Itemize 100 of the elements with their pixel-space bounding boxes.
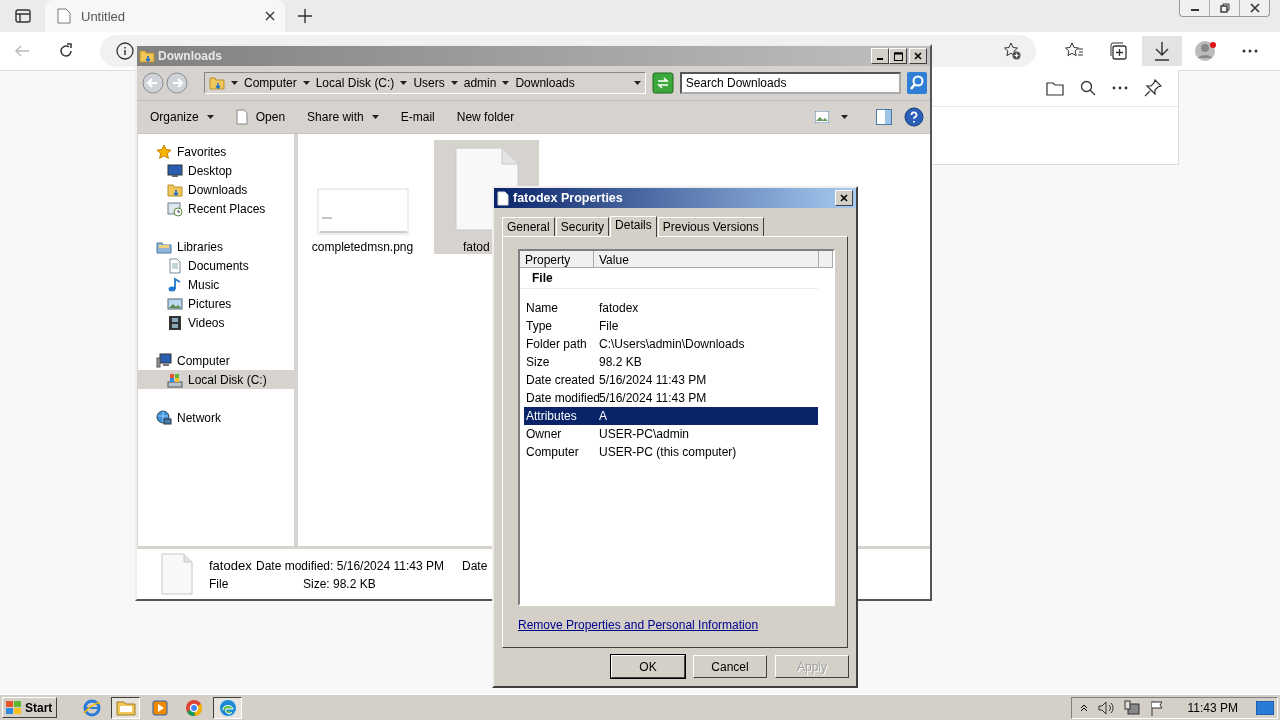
download-button[interactable] bbox=[1142, 36, 1182, 66]
search-icon bbox=[907, 72, 927, 94]
tab[interactable]: Previous Versions bbox=[657, 217, 764, 236]
toolbar-button[interactable]: E-mail bbox=[391, 107, 444, 127]
dialog-button[interactable]: OK bbox=[611, 655, 685, 678]
breadcrumb-item[interactable]: Downloads bbox=[515, 76, 575, 90]
folder-icon bbox=[167, 181, 183, 198]
dialog-button[interactable]: Cancel bbox=[693, 655, 767, 678]
back-icon bbox=[142, 72, 164, 94]
nav-item[interactable]: Music bbox=[138, 275, 294, 294]
file-size: Size: 98.2 KB bbox=[303, 576, 376, 591]
folder-icon bbox=[1046, 80, 1064, 96]
breadcrumb-item[interactable]: Local Disk (C:) bbox=[315, 76, 395, 90]
refresh-icon bbox=[651, 72, 674, 94]
chevron-icon bbox=[502, 81, 510, 85]
network-icon bbox=[1123, 699, 1140, 716]
toolbar-button[interactable]: Open bbox=[226, 106, 295, 128]
monitor-icon bbox=[167, 162, 183, 179]
window-controls[interactable] bbox=[1179, 0, 1270, 17]
windows-flag-icon bbox=[6, 700, 22, 715]
property-row[interactable]: Size 98.2 KB bbox=[524, 353, 818, 371]
chevron-icon bbox=[841, 115, 848, 119]
views-icon bbox=[815, 111, 829, 123]
chevron-icon bbox=[231, 81, 238, 85]
property-row[interactable]: Computer USER-PC (this computer) bbox=[524, 443, 818, 461]
nav-item[interactable]: Favorites bbox=[138, 142, 294, 161]
file-item[interactable]: completedmsn.png bbox=[310, 140, 415, 254]
nav-item[interactable]: Downloads bbox=[138, 180, 294, 199]
nav-item[interactable]: Libraries bbox=[138, 237, 294, 256]
file-type: File bbox=[209, 576, 230, 591]
browser-tab[interactable]: Untitled bbox=[45, 0, 285, 32]
nav-item[interactable]: Local Disk (C:) bbox=[138, 370, 294, 389]
property-row[interactable]: Folder path C:\Users\admin\Downloads bbox=[524, 335, 818, 353]
drive-icon bbox=[167, 371, 183, 388]
property-row[interactable]: Attributes A bbox=[524, 407, 818, 425]
nav-item[interactable]: Computer bbox=[138, 351, 294, 370]
chevron-icon bbox=[450, 81, 458, 85]
tab[interactable]: General bbox=[502, 217, 555, 236]
column-header[interactable]: Value bbox=[594, 251, 819, 268]
file-name: fatodex bbox=[209, 557, 253, 573]
minimize-button[interactable] bbox=[871, 48, 889, 64]
sidebar-icon bbox=[14, 8, 31, 24]
back-button[interactable] bbox=[142, 72, 164, 94]
edge-icon bbox=[218, 698, 237, 717]
document-icon bbox=[161, 553, 193, 595]
speaker-icon bbox=[1097, 700, 1114, 715]
nav-item[interactable]: Videos bbox=[138, 313, 294, 332]
forward-button[interactable] bbox=[166, 72, 188, 94]
toolbar-menu[interactable]: Share with bbox=[298, 107, 388, 127]
info-icon bbox=[116, 42, 134, 60]
breadcrumb-item[interactable]: admin bbox=[463, 76, 497, 90]
film-icon bbox=[167, 314, 183, 331]
property-row[interactable]: Date created 5/16/2024 11:43 PM bbox=[524, 371, 818, 389]
group-header: File bbox=[520, 268, 818, 289]
maximize-button[interactable] bbox=[889, 48, 907, 64]
chevron-icon bbox=[206, 115, 214, 119]
property-row[interactable]: Owner USER-PC\admin bbox=[524, 425, 818, 443]
close-button[interactable] bbox=[835, 190, 853, 206]
address-field[interactable]: Computer Local Disk (C:) Users admin Downloads bbox=[204, 72, 646, 94]
nav-item[interactable]: Pictures bbox=[138, 294, 294, 313]
close-icon bbox=[914, 52, 922, 60]
property-row[interactable]: Type File bbox=[524, 317, 818, 335]
preview-pane-icon bbox=[876, 109, 892, 125]
nav-item[interactable]: Recent Places bbox=[138, 199, 294, 218]
toolbar-menu[interactable]: Organize bbox=[141, 107, 223, 127]
search-field[interactable]: Search Downloads bbox=[679, 72, 901, 94]
taskbar-button[interactable] bbox=[111, 696, 141, 719]
flag-icon bbox=[1149, 699, 1164, 716]
property-row[interactable]: Date modified5/16/2024 11:43 PM bbox=[524, 389, 818, 407]
chevron-up-icon bbox=[1079, 703, 1088, 712]
document-icon bbox=[167, 257, 183, 274]
tab[interactable]: Details bbox=[610, 216, 657, 237]
nav-item[interactable]: Desktop bbox=[138, 161, 294, 180]
toolbar-button[interactable]: New folder bbox=[447, 107, 524, 127]
computer-icon bbox=[156, 352, 172, 369]
music-note-icon bbox=[167, 276, 183, 293]
property-row[interactable]: Name fatodex bbox=[524, 299, 818, 317]
favorite-add-icon bbox=[1002, 41, 1022, 61]
taskbar-button[interactable] bbox=[213, 696, 243, 719]
tab[interactable]: Security bbox=[555, 217, 610, 236]
reload-icon bbox=[58, 43, 74, 59]
page-icon bbox=[57, 8, 71, 24]
start-button[interactable]: Start bbox=[2, 697, 58, 718]
nav-item[interactable]: Network bbox=[138, 408, 294, 427]
close-button[interactable] bbox=[909, 48, 927, 64]
column-header[interactable]: Property bbox=[520, 251, 594, 268]
collections-icon bbox=[1108, 41, 1128, 61]
nav-item[interactable]: Documents bbox=[138, 256, 294, 275]
chevron-icon bbox=[302, 81, 310, 85]
window-title: Downloads bbox=[158, 49, 223, 63]
chrome-icon bbox=[184, 698, 203, 717]
breadcrumb-item[interactable]: Computer bbox=[244, 76, 297, 90]
restore-icon bbox=[1219, 3, 1230, 13]
more-icon bbox=[1112, 86, 1128, 90]
help-icon bbox=[904, 107, 924, 127]
remove-properties-link[interactable]: Remove Properties and Personal Information bbox=[518, 618, 759, 632]
breadcrumb-item[interactable]: Users bbox=[413, 76, 445, 90]
network-icon bbox=[156, 409, 172, 426]
download-icon bbox=[1153, 41, 1171, 61]
avatar-icon bbox=[1194, 39, 1218, 63]
